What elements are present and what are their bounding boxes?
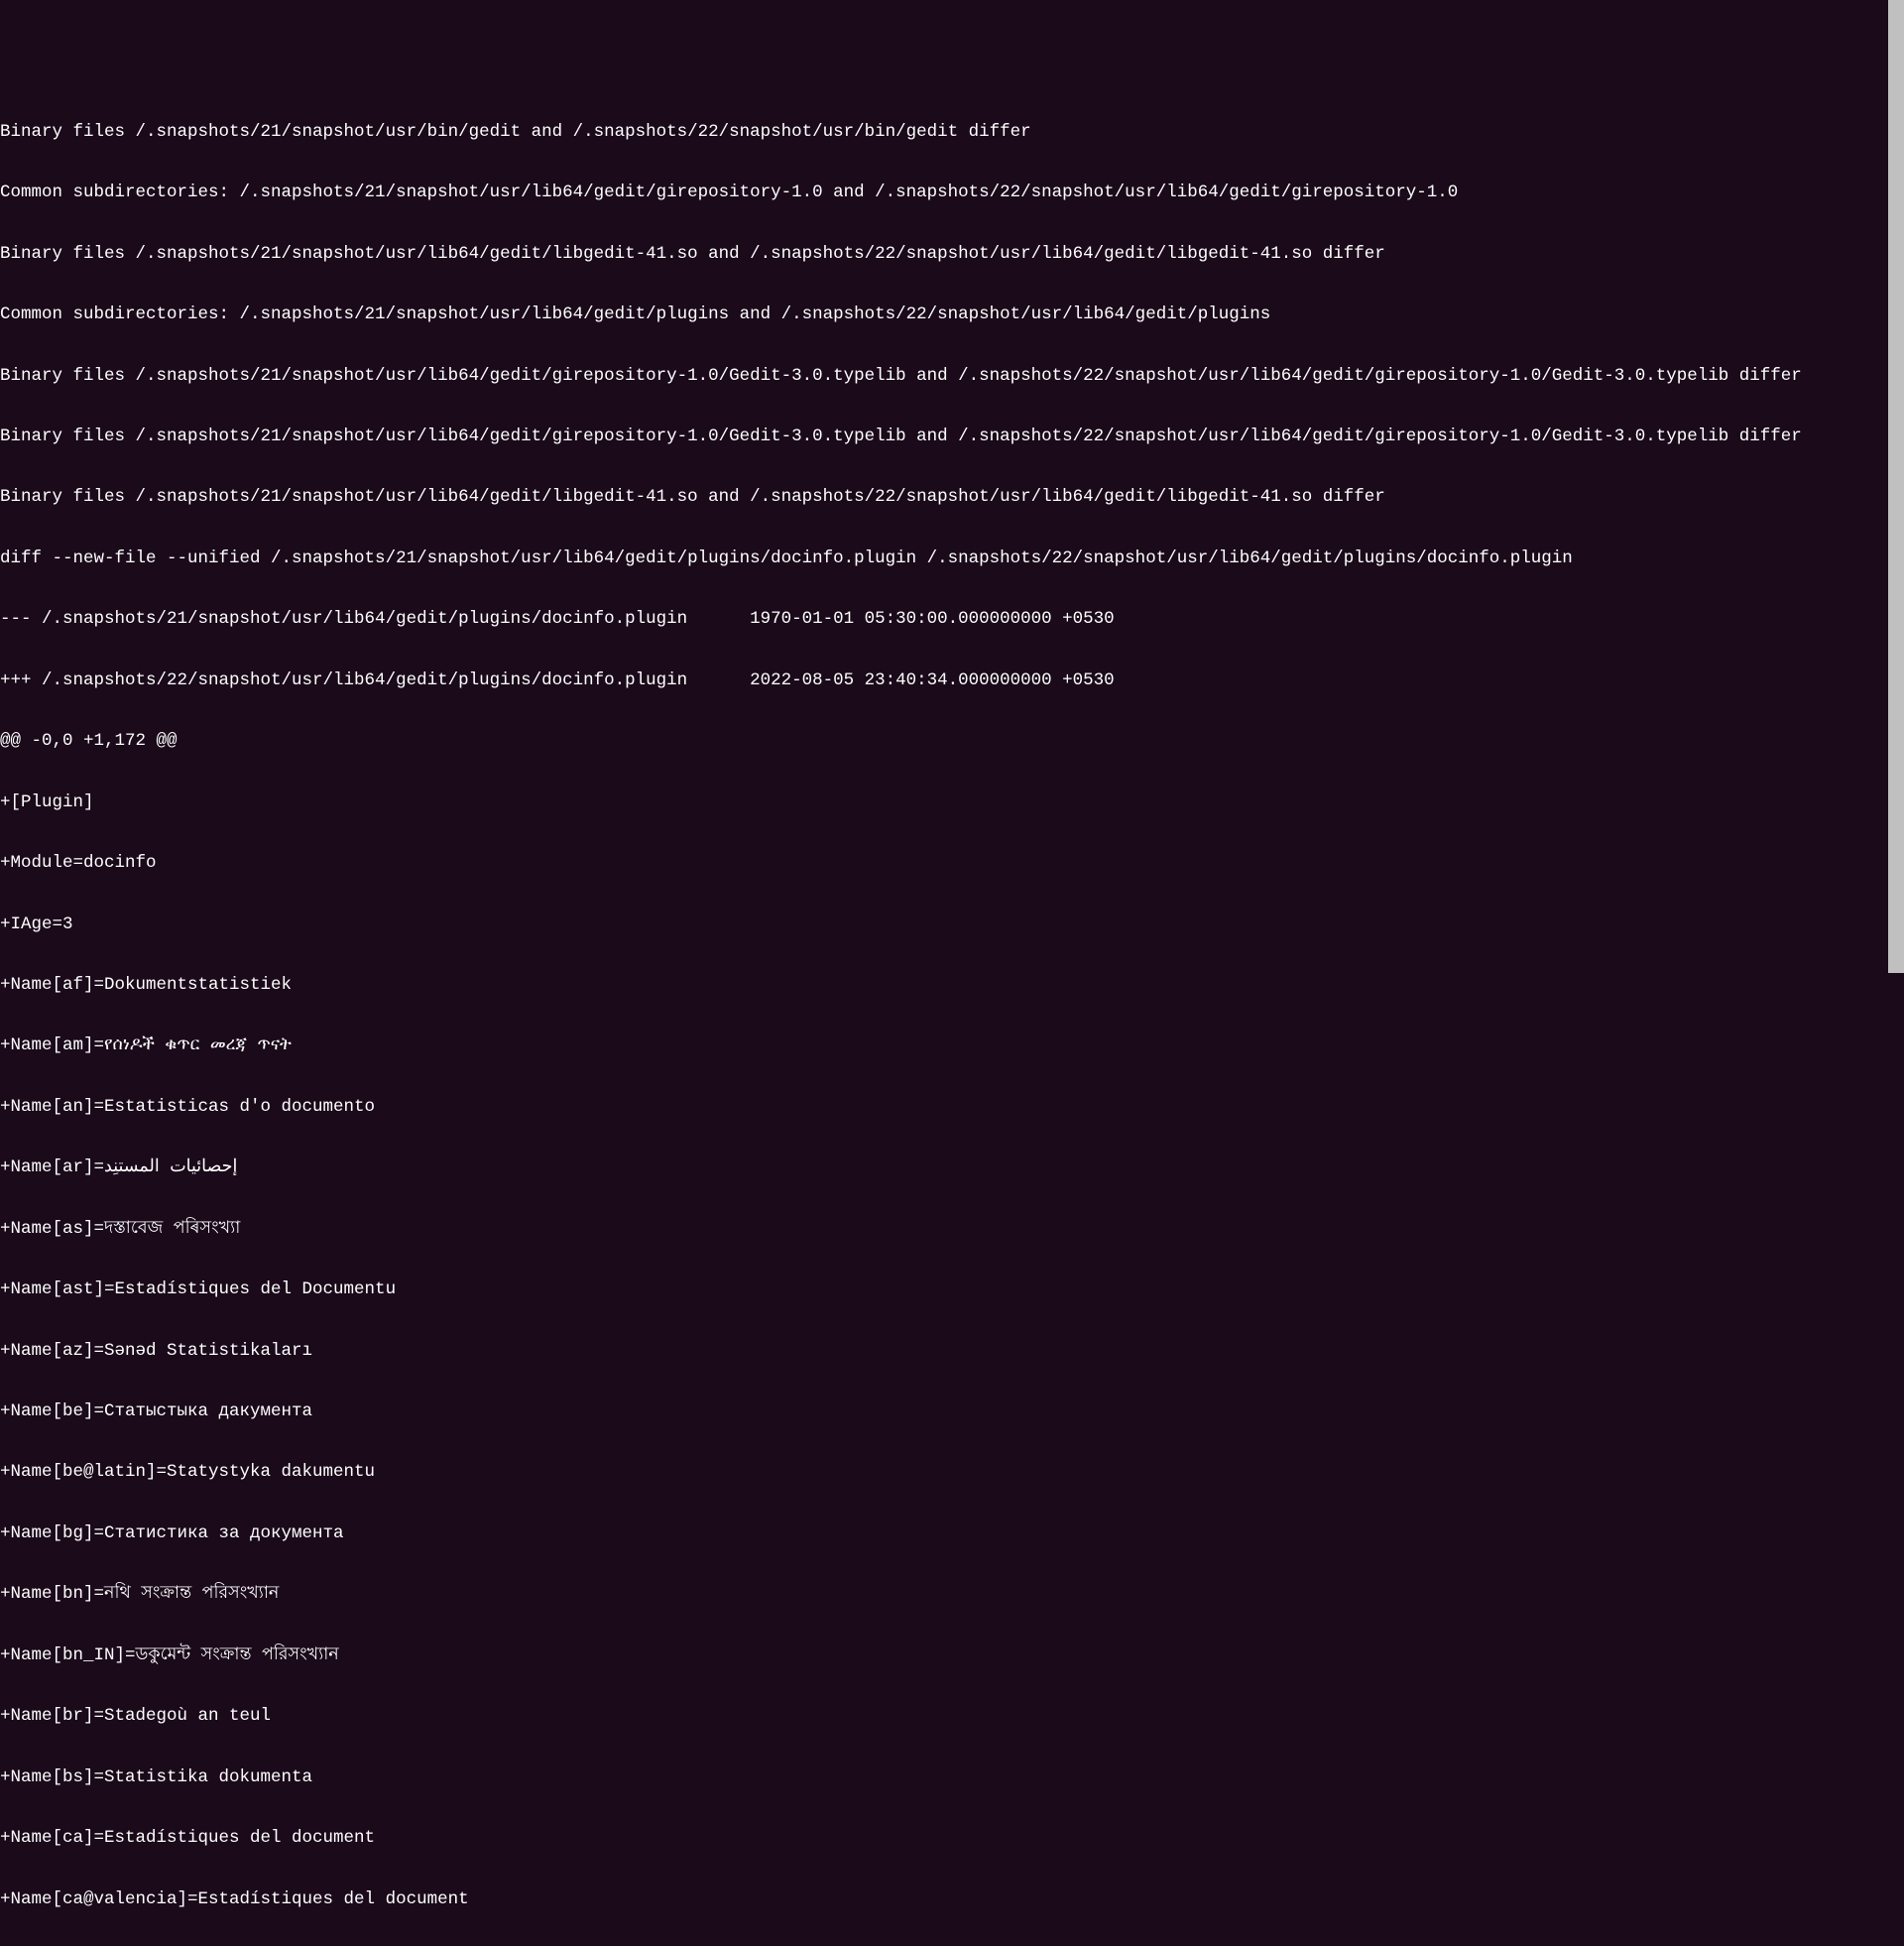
output-line: Binary files /.snapshots/21/snapshot/usr…: [0, 244, 1904, 265]
output-line: +Name[as]=দস্তাবেজ পৰিসংখ্যা: [0, 1219, 1904, 1240]
output-line: +Name[af]=Dokumentstatistiek: [0, 975, 1904, 996]
output-line: +[Plugin]: [0, 792, 1904, 813]
output-line: +Name[bn]=নথি সংক্রান্ত পরিসংখ্যান: [0, 1584, 1904, 1605]
output-line: +Name[bg]=Статистика за документа: [0, 1523, 1904, 1544]
output-line: +Name[be@latin]=Statystyka dakumentu: [0, 1462, 1904, 1483]
output-line: +Name[az]=Sənəd Statistikaları: [0, 1341, 1904, 1362]
output-line: +Name[am]=የሰነዶች ቁጥር መረጃ ጥናት: [0, 1035, 1904, 1056]
output-line: Binary files /.snapshots/21/snapshot/usr…: [0, 122, 1904, 143]
output-line: diff --new-file --unified /.snapshots/21…: [0, 548, 1904, 569]
output-line: +Name[bn_IN]=ডকুমেন্ট সংক্রান্ত পরিসংখ্য…: [0, 1645, 1904, 1666]
output-line: Binary files /.snapshots/21/snapshot/usr…: [0, 487, 1904, 508]
output-line: +Name[be]=Статыстыка дакумента: [0, 1401, 1904, 1422]
output-line: +Name[bs]=Statistika dokumenta: [0, 1767, 1904, 1788]
scrollbar-thumb[interactable]: [1888, 0, 1904, 973]
output-line: +Name[br]=Stadegoù an teul: [0, 1706, 1904, 1727]
output-line: +Name[ar]=إحصائيات المستنِد: [0, 1157, 1904, 1178]
output-line: +++ /.snapshots/22/snapshot/usr/lib64/ge…: [0, 670, 1904, 691]
output-line: +Name[ast]=Estadístiques del Documentu: [0, 1279, 1904, 1300]
output-line: +Name[ca]=Estadístiques del document: [0, 1828, 1904, 1849]
output-line: Common subdirectories: /.snapshots/21/sn…: [0, 304, 1904, 325]
output-line: --- /.snapshots/21/snapshot/usr/lib64/ge…: [0, 609, 1904, 630]
output-line: +IAge=3: [0, 914, 1904, 935]
output-line: @@ -0,0 +1,172 @@: [0, 731, 1904, 752]
output-line: +Name[an]=Estatisticas d'o documento: [0, 1097, 1904, 1118]
terminal-output[interactable]: Binary files /.snapshots/21/snapshot/usr…: [0, 81, 1904, 1946]
output-line: Binary files /.snapshots/21/snapshot/usr…: [0, 366, 1904, 387]
output-line: Binary files /.snapshots/21/snapshot/usr…: [0, 426, 1904, 447]
scrollbar[interactable]: [1888, 0, 1904, 973]
output-line: +Module=docinfo: [0, 853, 1904, 874]
output-line: Common subdirectories: /.snapshots/21/sn…: [0, 182, 1904, 203]
output-line: +Name[ca@valencia]=Estadístiques del doc…: [0, 1889, 1904, 1910]
